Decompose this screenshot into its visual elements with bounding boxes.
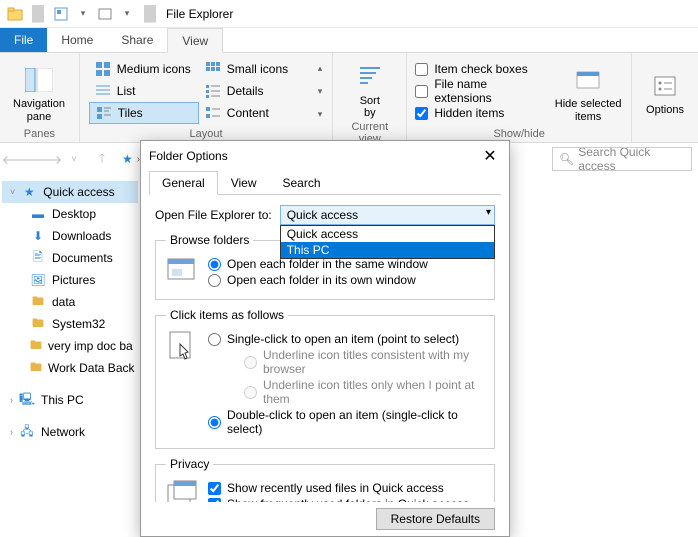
ribbon: Navigation pane Panes Medium icons Small… xyxy=(0,53,698,143)
folder-icon: 🖿 xyxy=(30,338,42,354)
menu-tabs: File Home Share View xyxy=(0,28,698,53)
open-explorer-to-select[interactable]: Quick access▾ Quick access This PC xyxy=(280,205,495,225)
up-button[interactable]: 🡑 xyxy=(90,147,114,171)
folder-icon: 🖿 xyxy=(30,294,46,310)
tab-view[interactable]: View xyxy=(167,28,223,53)
tree-desktop[interactable]: ▬Desktop xyxy=(2,203,138,225)
documents-icon: 🖹 xyxy=(30,250,46,266)
tree-downloads[interactable]: ⬇Downloads xyxy=(2,225,138,247)
tree-network[interactable]: ›🖧Network xyxy=(2,421,138,443)
desktop-icon: ▬ xyxy=(30,206,46,222)
tree-system32[interactable]: 🖿System32 xyxy=(2,313,138,335)
back-button[interactable]: 🡐 xyxy=(6,147,30,171)
layout-content[interactable]: Content xyxy=(199,102,309,124)
tab-file[interactable]: File xyxy=(0,28,47,52)
folder-icon xyxy=(6,5,24,23)
gallery-down-icon[interactable]: ▾ xyxy=(318,86,323,97)
close-button[interactable]: ✕ xyxy=(479,146,501,166)
tree-documents[interactable]: 🖹Documents xyxy=(2,247,138,269)
radio-underline-browser: Underline icon titles consistent with my… xyxy=(244,348,484,376)
item-check-boxes[interactable]: Item check boxes xyxy=(415,59,547,79)
options-icon xyxy=(649,70,681,102)
window-title: File Explorer xyxy=(166,7,233,21)
tree-very-imp[interactable]: 🖿very imp doc ba xyxy=(2,335,138,357)
layout-details[interactable]: Details xyxy=(199,80,309,102)
quick-access-star-icon: ★ xyxy=(122,152,133,166)
layout-list[interactable]: List xyxy=(89,80,199,102)
option-this-pc[interactable]: This PC xyxy=(281,242,494,258)
search-icon: 🔍︎ xyxy=(559,152,574,166)
medium-icons-icon xyxy=(95,61,111,77)
radio-double-click[interactable]: Double-click to open an item (single-cli… xyxy=(208,408,484,436)
nav-tree: ˅★Quick access ▬Desktop ⬇Downloads 🖹Docu… xyxy=(0,175,140,537)
tab-general[interactable]: General xyxy=(149,171,218,195)
gallery-up-icon[interactable]: ▴ xyxy=(318,63,323,74)
search-input[interactable]: 🔍︎ Search Quick access xyxy=(552,147,692,171)
folder-icon: 🖿 xyxy=(30,316,46,332)
details-icon xyxy=(205,83,221,99)
star-icon: ★ xyxy=(21,184,37,200)
list-icon xyxy=(95,83,111,99)
chevron-down-icon[interactable]: ▾ xyxy=(118,5,136,23)
click-items-group: Click items as follows Single-click to o… xyxy=(155,308,495,449)
sort-icon xyxy=(354,61,386,93)
small-icons-icon xyxy=(205,61,221,77)
tab-home[interactable]: Home xyxy=(47,28,107,52)
radio-own-window[interactable]: Open each folder in its own window xyxy=(208,273,428,287)
pictures-icon: 🖼 xyxy=(30,272,46,288)
tiles-icon xyxy=(96,105,112,121)
options-button[interactable]: Options xyxy=(640,57,690,126)
hidden-items[interactable]: Hidden items xyxy=(415,103,547,123)
sort-by-button[interactable]: Sort by xyxy=(341,57,398,119)
folder-options-dialog: Folder Options ✕ General View Search Ope… xyxy=(140,140,510,537)
tab-view[interactable]: View xyxy=(218,171,270,195)
tree-quick-access[interactable]: ˅★Quick access xyxy=(2,181,138,203)
tab-share[interactable]: Share xyxy=(107,28,167,52)
radio-single-click[interactable]: Single-click to open an item (point to s… xyxy=(208,332,484,346)
dialog-tabs: General View Search xyxy=(149,171,501,195)
gallery-more-icon[interactable]: ▾ xyxy=(318,109,323,120)
dialog-title: Folder Options xyxy=(149,149,228,163)
chevron-down-icon[interactable]: ▾ xyxy=(74,5,92,23)
tree-work-data[interactable]: 🖿Work Data Back xyxy=(2,357,138,379)
layout-gallery: Medium icons Small icons List Details Ti… xyxy=(88,57,310,126)
radio-same-window[interactable]: Open each folder in the same window xyxy=(208,257,428,271)
tree-pictures[interactable]: 🖼Pictures xyxy=(2,269,138,291)
tab-search[interactable]: Search xyxy=(270,171,334,195)
pc-icon: 🖳 xyxy=(19,392,35,408)
open-explorer-to-dropdown: Quick access This PC xyxy=(280,225,495,259)
open-explorer-to-label: Open File Explorer to: xyxy=(155,208,272,222)
check-recent-files[interactable]: Show recently used files in Quick access xyxy=(208,481,484,495)
tree-data[interactable]: 🖿data xyxy=(2,291,138,313)
forward-button[interactable]: 🡒 xyxy=(34,147,58,171)
network-icon: 🖧 xyxy=(19,424,35,440)
radio-underline-point: Underline icon titles only when I point … xyxy=(244,378,484,406)
file-name-extensions[interactable]: File name extensions xyxy=(415,81,547,101)
layout-small-icons[interactable]: Small icons xyxy=(199,58,309,80)
recent-dropdown[interactable]: ˅ xyxy=(62,147,86,171)
title-bar: ▾ ▾ File Explorer xyxy=(0,0,698,28)
navigation-pane-icon xyxy=(23,64,55,96)
qat-properties-icon[interactable] xyxy=(52,5,70,23)
tree-this-pc[interactable]: ›🖳This PC xyxy=(2,389,138,411)
hide-selected-button[interactable]: Hide selected items xyxy=(553,57,623,126)
chevron-down-icon: ▾ xyxy=(486,207,491,218)
option-quick-access[interactable]: Quick access xyxy=(281,226,494,242)
browse-icon xyxy=(166,255,198,289)
privacy-group: Privacy Show recently used files in Quic… xyxy=(155,457,495,502)
content-icon xyxy=(205,105,221,121)
downloads-icon: ⬇ xyxy=(30,228,46,244)
click-icon xyxy=(166,330,198,438)
layout-tiles[interactable]: Tiles xyxy=(89,102,199,124)
folder-icon: 🖿 xyxy=(30,360,42,376)
layout-medium-icons[interactable]: Medium icons xyxy=(89,58,199,80)
hide-icon xyxy=(572,64,604,96)
restore-defaults-button[interactable]: Restore Defaults xyxy=(376,508,495,530)
navigation-pane-button[interactable]: Navigation pane xyxy=(8,57,70,126)
privacy-icon xyxy=(166,479,198,502)
group-label-panes: Panes xyxy=(8,126,71,142)
qat-new-folder-icon[interactable] xyxy=(96,5,114,23)
